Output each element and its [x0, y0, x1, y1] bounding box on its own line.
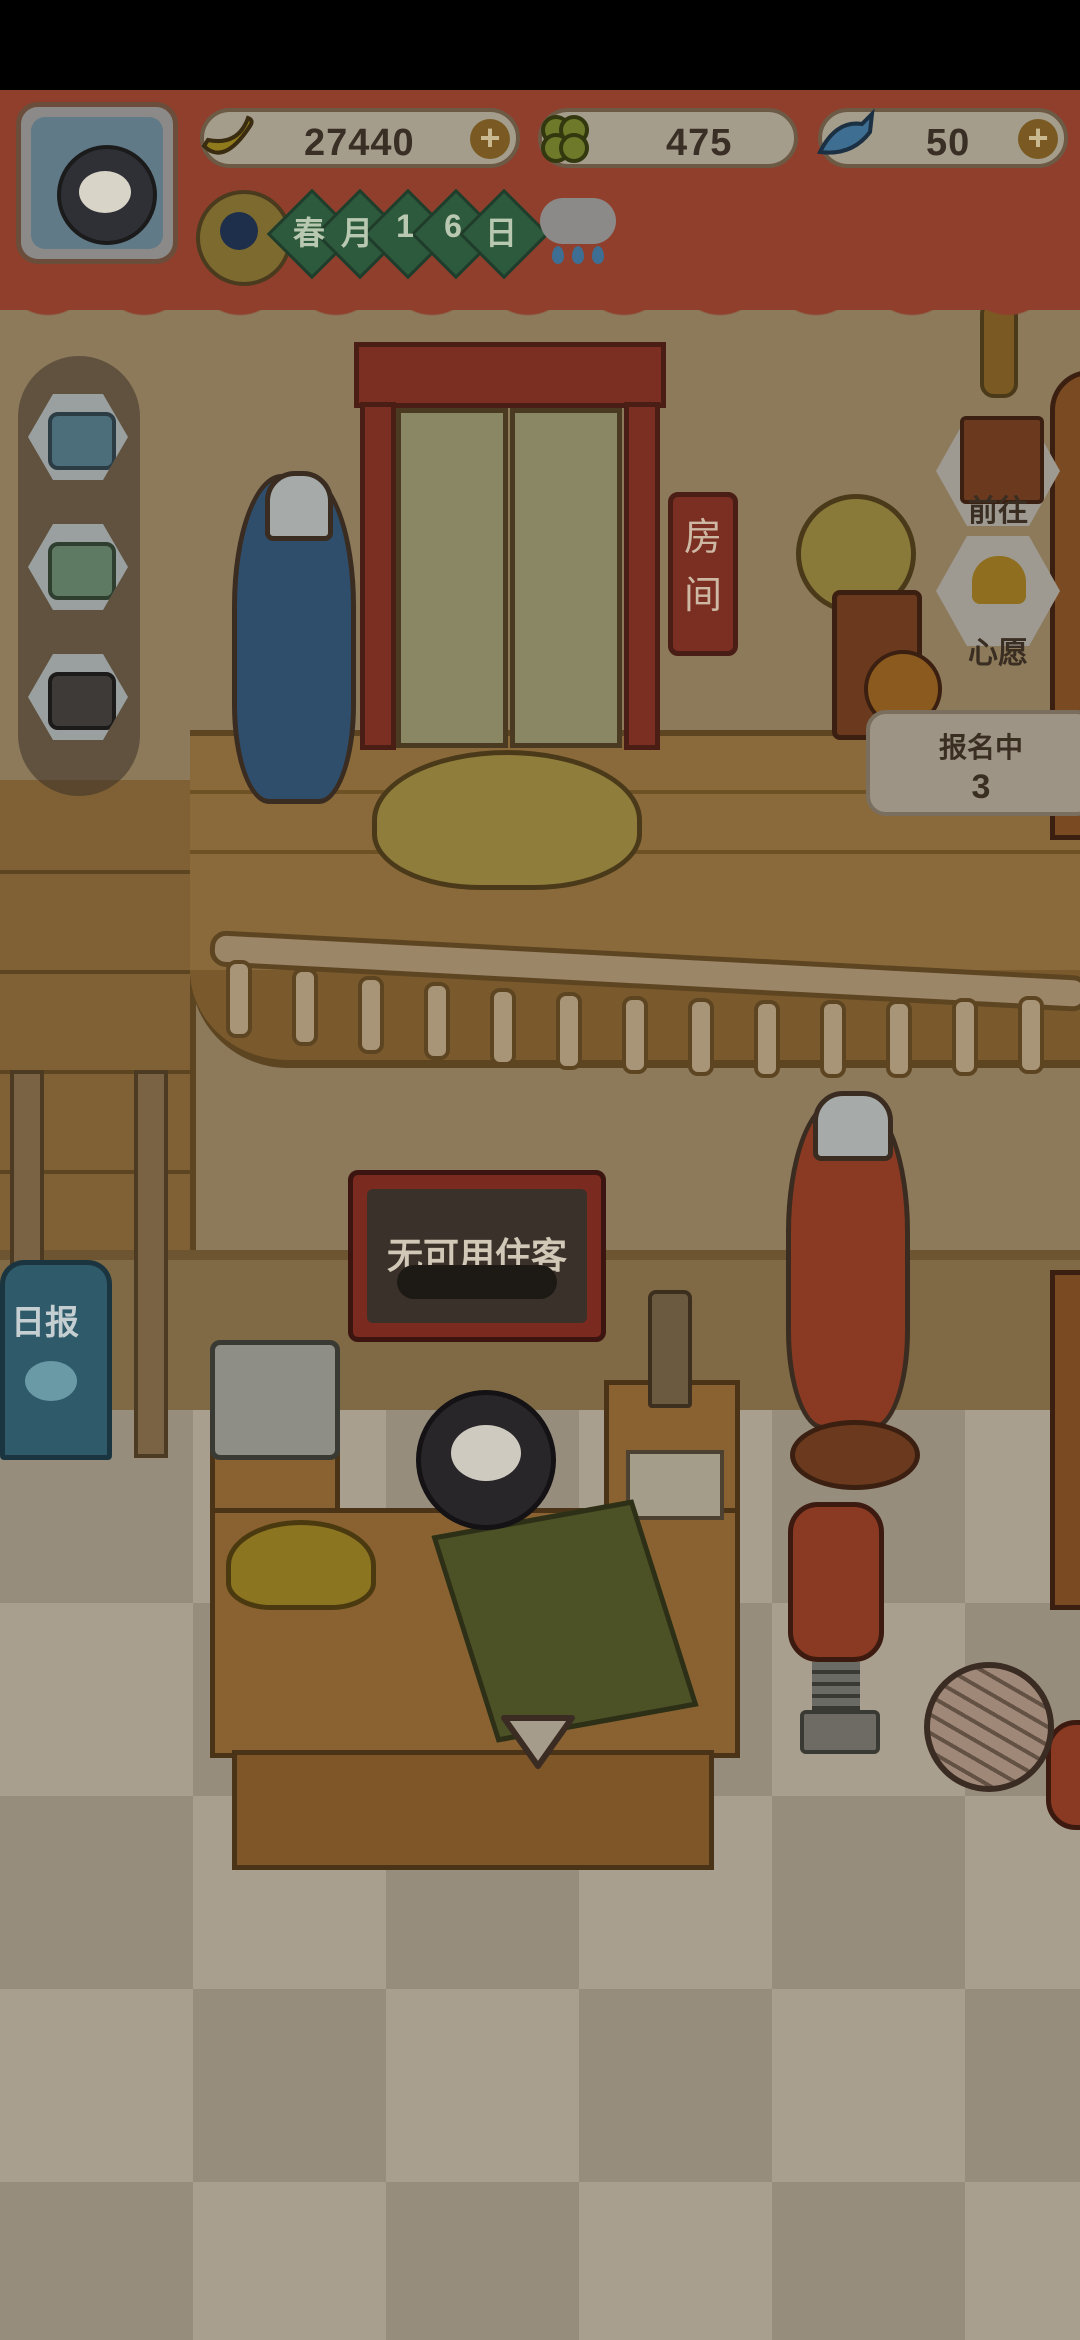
elevator-door-right[interactable] [510, 408, 622, 748]
wish-button-label: 心愿 [968, 637, 1028, 670]
heart-book-icon [972, 556, 1026, 604]
avatar-background [31, 117, 163, 249]
banana-currency: 27440 + [200, 108, 520, 168]
raindrop [592, 246, 604, 264]
railing-baluster [358, 976, 384, 1054]
add-banana-button[interactable]: + [470, 119, 510, 159]
signup-badge[interactable]: 报名中 3 [866, 710, 1080, 816]
signup-count: 3 [971, 768, 991, 806]
banana-count: 27440 [304, 122, 415, 164]
reception-desk-front [232, 1750, 714, 1870]
room-sign[interactable]: 房间 [668, 492, 738, 656]
fish-currency: 50 + [816, 108, 1068, 168]
railing-baluster [886, 1000, 912, 1078]
tv-video-icon [48, 412, 116, 470]
daily-news-board[interactable]: 日报 [0, 1260, 112, 1460]
rain-cloud-icon[interactable] [540, 198, 616, 244]
railing-baluster [556, 992, 582, 1070]
railing-baluster [226, 960, 252, 1038]
sign-progress-bar [397, 1265, 557, 1299]
railing-baluster [622, 996, 648, 1074]
banner-scallop [0, 270, 1080, 330]
shop-stall-icon [48, 542, 116, 600]
vase-stand [790, 1420, 920, 1490]
yarn-ball-button[interactable] [924, 1662, 1054, 1792]
raindrop [552, 246, 564, 264]
banana-icon [201, 115, 254, 155]
guest-sign-board[interactable]: 无可用住客 [348, 1170, 606, 1342]
shop-stall-button[interactable] [28, 524, 128, 610]
newsboard-label: 日报 [11, 1304, 79, 1342]
elevator-post-left [360, 402, 396, 750]
go-button-label: 前往 [968, 495, 1028, 528]
camera-icon [48, 672, 116, 730]
clover-icon [541, 115, 589, 163]
signup-label: 报名中 [938, 732, 1023, 763]
railing-baluster [754, 1000, 780, 1078]
magic-lamp-icon [226, 1520, 376, 1610]
add-fish-button[interactable]: + [1018, 119, 1058, 159]
cat-cushion[interactable] [372, 750, 642, 890]
blue-vase[interactable] [232, 471, 356, 804]
railing-baluster [688, 998, 714, 1076]
railing-baluster [292, 968, 318, 1046]
elevator-post-right [624, 402, 660, 750]
sign-board-screen: 无可用住客 [367, 1189, 587, 1323]
collapse-arrow-icon[interactable] [500, 1714, 576, 1770]
guest-register-scroll[interactable] [626, 1450, 724, 1520]
cat-face [451, 1425, 521, 1481]
raindrop [572, 246, 584, 264]
cat-avatar-icon [57, 145, 157, 245]
computer-icon [210, 1340, 340, 1460]
railing-baluster [490, 988, 516, 1066]
lantern-base [800, 1710, 880, 1754]
side-cabinet [1050, 1270, 1080, 1610]
red-lantern[interactable] [788, 1502, 884, 1662]
railing-baluster [820, 1000, 846, 1078]
support-pillar [134, 1070, 168, 1458]
player-avatar[interactable] [16, 102, 178, 264]
railing-baluster [952, 998, 978, 1076]
date-day-label: 日 [484, 215, 517, 251]
fish-icon [816, 108, 875, 155]
railing-baluster [1018, 996, 1044, 1074]
side-toolbar [18, 356, 140, 796]
clover-currency: 475 [538, 108, 798, 168]
room-sign-label: 房间 [683, 517, 722, 617]
clover-count: 475 [666, 122, 733, 164]
oil-lamp-icon [648, 1290, 692, 1408]
vase-neck [265, 471, 333, 541]
fish-count: 50 [926, 122, 971, 164]
stair-step [0, 970, 190, 974]
elevator-frame-top [354, 342, 666, 408]
lantern-spring [812, 1662, 860, 1716]
cat-emblem-icon [25, 1361, 77, 1401]
stair-step [0, 870, 190, 874]
receptionist-cat[interactable] [416, 1390, 556, 1530]
railing-baluster [424, 982, 450, 1060]
red-vase[interactable] [786, 1091, 910, 1430]
elevator-door-left[interactable] [396, 408, 508, 748]
camera-button[interactable] [28, 654, 128, 740]
video-tv-button[interactable] [28, 394, 128, 480]
game-scene: 房间 前往 心愿 报名中 3 日报 无可用住客 27440 + 475 50 +… [0, 90, 1080, 2340]
vase-neck [813, 1091, 893, 1161]
